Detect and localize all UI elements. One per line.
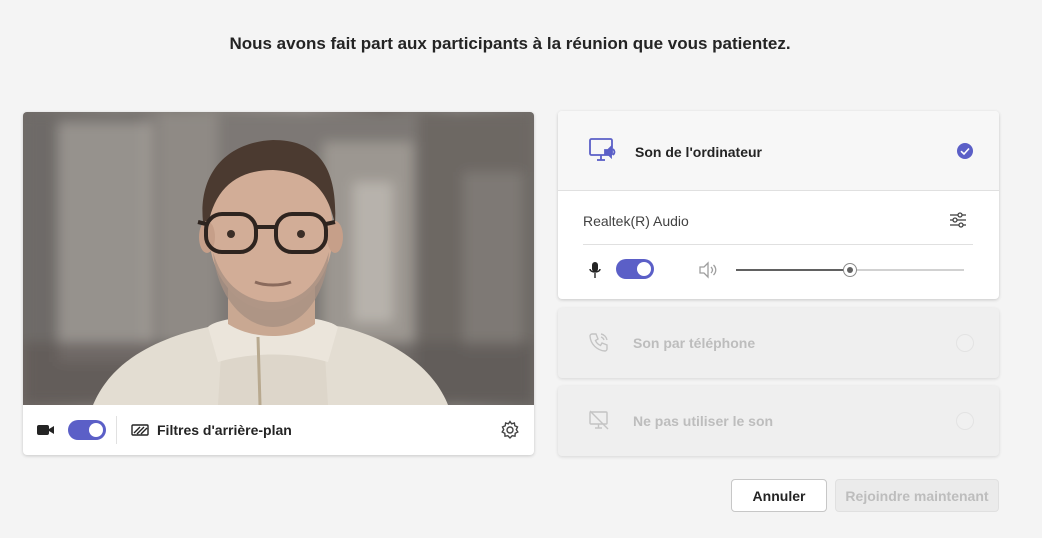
page-title: Nous avons fait part aux participants à …	[229, 34, 791, 53]
toggle-knob	[89, 423, 103, 437]
no-audio-option[interactable]: Ne pas utiliser le son	[558, 386, 999, 456]
audio-device-row: Realtek(R) Audio	[583, 211, 973, 245]
no-audio-icon	[588, 409, 610, 431]
computer-audio-option[interactable]: Son de l'ordinateur	[558, 111, 999, 191]
speaker-icon	[698, 261, 718, 279]
video-toolbar: Filtres d'arrière-plan	[23, 405, 534, 455]
computer-audio-label: Son de l'ordinateur	[635, 144, 763, 160]
camera-toggle[interactable]	[68, 420, 106, 440]
phone-audio-radio[interactable]	[956, 334, 974, 352]
speaker-volume-fill	[736, 269, 850, 271]
microphone-icon	[588, 261, 602, 279]
background-effects-icon	[131, 422, 149, 438]
speaker-volume-thumb[interactable]	[843, 263, 857, 277]
checkmark-selected-icon	[956, 142, 974, 160]
cancel-button[interactable]: Annuler	[731, 479, 827, 512]
background-filters-label: Filtres d'arrière-plan	[157, 422, 292, 438]
audio-controls-row	[583, 259, 973, 283]
background-filters-button[interactable]: Filtres d'arrière-plan	[131, 422, 292, 438]
phone-icon	[588, 331, 610, 353]
computer-speaker-icon	[588, 136, 618, 166]
audio-device-name: Realtek(R) Audio	[583, 213, 689, 229]
no-audio-label: Ne pas utiliser le son	[633, 413, 774, 429]
microphone-toggle[interactable]	[616, 259, 654, 279]
video-preview-card: Filtres d'arrière-plan	[23, 112, 534, 455]
gear-icon[interactable]	[500, 420, 520, 440]
sliders-icon[interactable]	[949, 211, 967, 229]
computer-audio-card[interactable]: Son de l'ordinateur Realtek(R) Audio	[558, 111, 999, 299]
join-now-button[interactable]: Rejoindre maintenant	[835, 479, 999, 512]
toggle-knob	[637, 262, 651, 276]
phone-audio-label: Son par téléphone	[633, 335, 756, 351]
phone-audio-option[interactable]: Son par téléphone	[558, 308, 999, 378]
no-audio-radio[interactable]	[956, 412, 974, 430]
speaker-volume-slider[interactable]	[736, 263, 964, 277]
camera-preview	[23, 112, 534, 405]
toolbar-divider	[116, 416, 117, 444]
video-camera-icon	[37, 423, 55, 437]
